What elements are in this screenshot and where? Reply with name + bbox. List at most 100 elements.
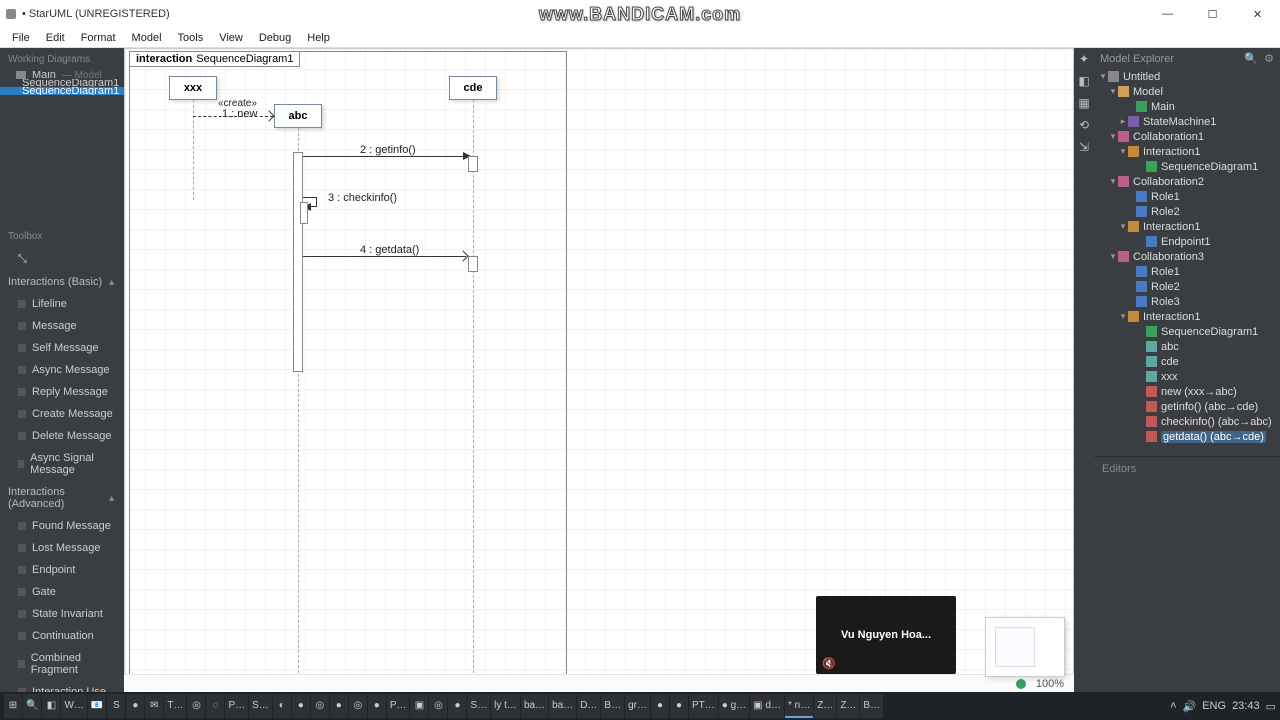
tree-c2i[interactable]: Interaction1 (1143, 221, 1200, 233)
taskbar-item[interactable]: P… (387, 694, 410, 718)
working-item-seq1[interactable]: SequenceDiagram1 — Interact (0, 79, 124, 87)
message-4-line[interactable] (303, 256, 466, 257)
taskbar-item[interactable]: ✉ (145, 694, 163, 718)
menu-debug[interactable]: Debug (251, 30, 299, 46)
activation-cde-2[interactable] (468, 256, 478, 272)
working-item-seq2[interactable]: SequenceDiagram1 — Interact (0, 87, 124, 95)
editors-panel-title[interactable]: Editors (1094, 456, 1280, 481)
tree-cde[interactable]: cde (1161, 356, 1179, 368)
menu-tools[interactable]: Tools (170, 30, 212, 46)
taskbar-item[interactable]: * n… (785, 694, 813, 718)
maximize-button[interactable]: ☐ (1190, 0, 1235, 28)
activation-abc[interactable] (293, 152, 303, 372)
taskbar-search[interactable]: 🔍 (23, 694, 41, 718)
taskbar-item[interactable]: D… (577, 694, 600, 718)
taskbar-item[interactable]: PT… (689, 694, 718, 718)
taskbar-item[interactable]: S… (249, 694, 272, 718)
menu-view[interactable]: View (211, 30, 251, 46)
taskbar-item[interactable]: ● (292, 694, 310, 718)
taskbar-item[interactable]: Z… (837, 694, 859, 718)
diagram-nav-icon[interactable]: ◧ (1077, 74, 1091, 88)
tree-msg4[interactable]: getdata() (abc→cde) (1161, 431, 1266, 443)
menu-file[interactable]: File (4, 30, 38, 46)
taskbar-item[interactable]: ● (448, 694, 466, 718)
tree-c1[interactable]: Collaboration1 (1133, 131, 1204, 143)
tool-async-signal-message[interactable]: Async Signal Message (0, 447, 124, 481)
zoom-level[interactable]: 100% (1036, 678, 1064, 690)
tray-up-icon[interactable]: ˄ (1170, 700, 1176, 712)
start-button[interactable]: ⊞ (4, 694, 22, 718)
activation-abc-self[interactable] (300, 202, 308, 224)
taskbar-item[interactable]: ● (330, 694, 348, 718)
taskbar-item[interactable]: T… (164, 694, 186, 718)
tree-c1i[interactable]: Interaction1 (1143, 146, 1200, 158)
tree-state[interactable]: StateMachine1 (1143, 116, 1216, 128)
tree-c3r3[interactable]: Role3 (1151, 296, 1180, 308)
tool-async-message[interactable]: Async Message (0, 359, 124, 381)
tree-root[interactable]: Untitled (1123, 71, 1160, 83)
tree-msg3[interactable]: checkinfo() (abc→abc) (1161, 416, 1272, 428)
taskbar-item[interactable]: ◎ (187, 694, 205, 718)
tree-model[interactable]: Model (1133, 86, 1163, 98)
tree-c2r2[interactable]: Role2 (1151, 206, 1180, 218)
tree-c2[interactable]: Collaboration2 (1133, 176, 1204, 188)
interaction-frame[interactable]: interaction SequenceDiagram1 xxx abc cde… (129, 51, 567, 683)
tree-c3d[interactable]: SequenceDiagram1 (1161, 326, 1258, 338)
tool-found-message[interactable]: Found Message (0, 515, 124, 537)
tool-continuation[interactable]: Continuation (0, 625, 124, 647)
taskbar-item[interactable]: ▣ d… (750, 694, 784, 718)
taskbar-item[interactable]: ly t… (491, 694, 520, 718)
refresh-icon[interactable]: ⟲ (1077, 118, 1091, 132)
minimap-icon[interactable]: ▦ (1077, 96, 1091, 110)
taskbar-item[interactable]: ● (368, 694, 386, 718)
tree-c2e[interactable]: Endpoint1 (1161, 236, 1211, 248)
tool-create-message[interactable]: Create Message (0, 403, 124, 425)
tool-reply-message[interactable]: Reply Message (0, 381, 124, 403)
taskbar-item[interactable]: B… (601, 694, 624, 718)
settings-icon[interactable]: ⚙ (1264, 52, 1274, 65)
taskbar-item[interactable]: ▣ (410, 694, 428, 718)
taskbar-item[interactable]: ba… (549, 694, 576, 718)
group-interactions-advanced[interactable]: Interactions (Advanced)▲ (0, 481, 124, 515)
search-icon[interactable]: 🔍 (1244, 52, 1258, 65)
activation-cde-1[interactable] (468, 156, 478, 172)
tool-combined-fragment[interactable]: Combined Fragment (0, 647, 124, 681)
lifeline-abc[interactable]: abc (274, 104, 322, 128)
lifeline-xxx[interactable]: xxx (169, 76, 217, 100)
taskbar-item[interactable]: B… (860, 694, 883, 718)
extension-icon[interactable]: ✦ (1077, 52, 1091, 66)
minimize-button[interactable]: — (1145, 0, 1190, 28)
menu-model[interactable]: Model (124, 30, 170, 46)
tree-c3[interactable]: Collaboration3 (1133, 251, 1204, 263)
system-tray[interactable]: ˄ 🔊 ENG 23:43 ▭ (1170, 700, 1276, 713)
taskbar-item[interactable]: ◐ (273, 694, 291, 718)
menu-help[interactable]: Help (299, 30, 338, 46)
tree-msg1[interactable]: new (xxx→abc) (1161, 386, 1237, 398)
tool-lost-message[interactable]: Lost Message (0, 537, 124, 559)
tool-self-message[interactable]: Self Message (0, 337, 124, 359)
tool-endpoint[interactable]: Endpoint (0, 559, 124, 581)
taskbar-item[interactable]: S (107, 694, 125, 718)
tray-sound-icon[interactable]: 🔊 (1183, 700, 1197, 713)
taskbar-taskview[interactable]: ◧ (42, 694, 60, 718)
tool-lifeline[interactable]: Lifeline (0, 293, 124, 315)
tree-c1d[interactable]: SequenceDiagram1 (1161, 161, 1258, 173)
taskbar-item[interactable]: gr… (625, 694, 650, 718)
share-icon[interactable]: ⇲ (1077, 140, 1091, 154)
tree-c2r1[interactable]: Role1 (1151, 191, 1180, 203)
tray-notifications-icon[interactable]: ▭ (1266, 700, 1276, 713)
tool-state-invariant[interactable]: State Invariant (0, 603, 124, 625)
message-2-line[interactable] (303, 156, 466, 157)
taskbar-item[interactable]: ● (670, 694, 688, 718)
tree-abc[interactable]: abc (1161, 341, 1179, 353)
close-button[interactable]: ✕ (1235, 0, 1280, 28)
tree-c3r2[interactable]: Role2 (1151, 281, 1180, 293)
taskbar-item[interactable]: ◎ (311, 694, 329, 718)
tray-time[interactable]: 23:43 (1232, 700, 1260, 712)
tool-gate[interactable]: Gate (0, 581, 124, 603)
working-item-main[interactable]: Main — Model (0, 71, 124, 79)
tray-lang[interactable]: ENG (1202, 700, 1226, 712)
taskbar-item[interactable]: S… (467, 694, 490, 718)
menu-edit[interactable]: Edit (38, 30, 73, 46)
tree-msg2[interactable]: getinfo() (abc→cde) (1161, 401, 1258, 413)
